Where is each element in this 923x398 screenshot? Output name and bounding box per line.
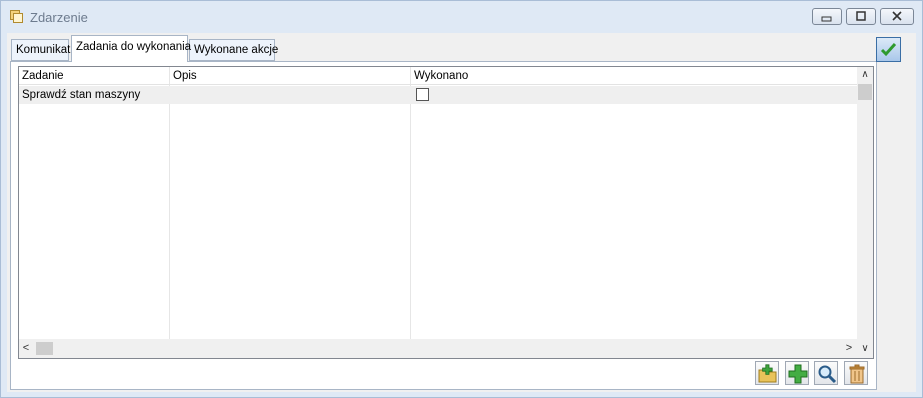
column-header-opis[interactable]: Opis xyxy=(173,70,197,82)
close-button[interactable] xyxy=(880,8,914,25)
tab-label: Zadania do wykonania xyxy=(76,41,192,53)
column-divider xyxy=(169,67,170,339)
add-icon xyxy=(788,364,808,384)
scroll-down-icon[interactable]: ∨ xyxy=(857,339,873,358)
tab-zadania-do-wykonania[interactable]: Zadania do wykonania xyxy=(71,35,192,62)
tasks-grid: Zadanie Opis Wykonano Sprawdź stan maszy… xyxy=(18,66,874,359)
delete-icon xyxy=(849,364,865,384)
wykonano-checkbox[interactable] xyxy=(416,88,429,101)
app-icon xyxy=(10,10,23,23)
cell-zadanie: Sprawdź stan maszyny xyxy=(22,89,141,101)
search-button[interactable] xyxy=(814,361,838,385)
table-row[interactable]: Sprawdź stan maszyny xyxy=(19,86,857,104)
vertical-scroll-thumb[interactable] xyxy=(858,84,872,100)
search-icon xyxy=(818,365,837,384)
minimize-button[interactable] xyxy=(812,8,842,25)
header-divider xyxy=(19,84,857,85)
checkmark-icon xyxy=(880,42,897,57)
add-folder-button[interactable] xyxy=(755,361,779,385)
column-header-wykonano[interactable]: Wykonano xyxy=(414,70,468,82)
client-area: Komunikat Zadania do wykonania Wykonane … xyxy=(7,33,916,392)
maximize-icon xyxy=(856,11,866,21)
add-button[interactable] xyxy=(785,361,809,385)
add-folder-icon xyxy=(758,364,777,383)
scroll-left-icon[interactable]: < xyxy=(19,339,33,358)
maximize-button[interactable] xyxy=(846,8,876,25)
window: Zdarzenie Komunikat Zadania do wykonania… xyxy=(0,0,923,398)
horizontal-scroll-thumb[interactable] xyxy=(36,342,53,355)
scroll-up-icon[interactable]: ∧ xyxy=(857,67,873,82)
tab-komunikat[interactable]: Komunikat xyxy=(11,39,71,61)
tab-panel: Zadanie Opis Wykonano Sprawdź stan maszy… xyxy=(10,61,877,390)
titlebar: Zdarzenie xyxy=(1,1,922,33)
scrollbar-corner: ∨ xyxy=(857,339,873,358)
tab-label: Komunikat xyxy=(16,44,71,56)
horizontal-scrollbar[interactable]: < > xyxy=(19,339,857,358)
tab-wykonane-akcje[interactable]: Wykonane akcje xyxy=(189,39,279,61)
close-icon xyxy=(892,11,902,21)
window-title: Zdarzenie xyxy=(30,10,88,25)
confirm-button[interactable] xyxy=(876,37,901,62)
tab-label: Wykonane akcje xyxy=(194,44,279,56)
minimize-icon xyxy=(821,16,832,22)
column-divider xyxy=(410,67,411,339)
vertical-scrollbar[interactable]: ∧ xyxy=(857,67,873,339)
delete-button[interactable] xyxy=(844,361,868,385)
column-header-zadanie[interactable]: Zadanie xyxy=(22,70,64,82)
scroll-right-icon[interactable]: > xyxy=(842,339,856,358)
